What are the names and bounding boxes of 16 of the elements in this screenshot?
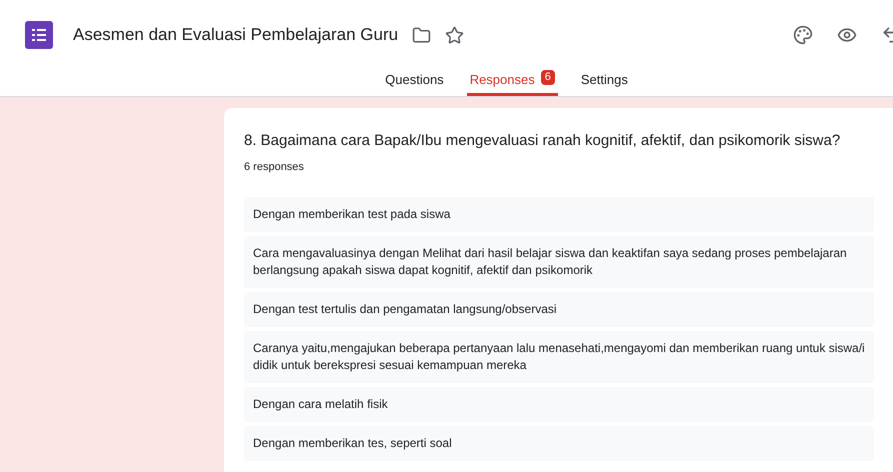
forms-logo-icon <box>25 21 53 49</box>
response-item: Caranya yaitu,mengajukan beberapa pertanyaan lalu menasehati,mengayomi dan memberikan ruang untuk siswa/i didik untuk berekspresi sesuai kemampuan mereka <box>244 331 874 383</box>
response-item: Dengan memberikan test pada siswa <box>244 197 874 232</box>
form-title: Asesmen dan Evaluasi Pembelajaran Guru <box>73 24 398 46</box>
count-badge: 6 <box>540 70 555 85</box>
star-icon[interactable] <box>445 26 464 44</box>
response-item: Dengan memberikan tes, seperti soal <box>244 426 874 461</box>
response-item: Cara mengavaluasinya dengan Melihat dari hasil belajar siswa dan keaktifan saya sedang proses pembelajaran berlangsung apakah siswa dapat kognitif, afektif dan psikomorik <box>244 236 874 288</box>
response-item: Dengan cara melatih fisik <box>244 387 874 422</box>
palette-icon[interactable] <box>793 25 813 45</box>
tab[interactable]: Questions <box>382 70 447 96</box>
response-item: Dengan test tertulis dan pengamatan langsung/observasi <box>244 292 874 327</box>
tab[interactable]: Settings <box>578 70 631 96</box>
folder-icon[interactable] <box>412 26 432 44</box>
response-count: 6 responses <box>244 160 305 174</box>
question-title: 8. Bagaimana cara Bapak/Ibu mengevaluasi ranah kognitif, afektif, dan psikomorik siswa? <box>244 131 842 151</box>
